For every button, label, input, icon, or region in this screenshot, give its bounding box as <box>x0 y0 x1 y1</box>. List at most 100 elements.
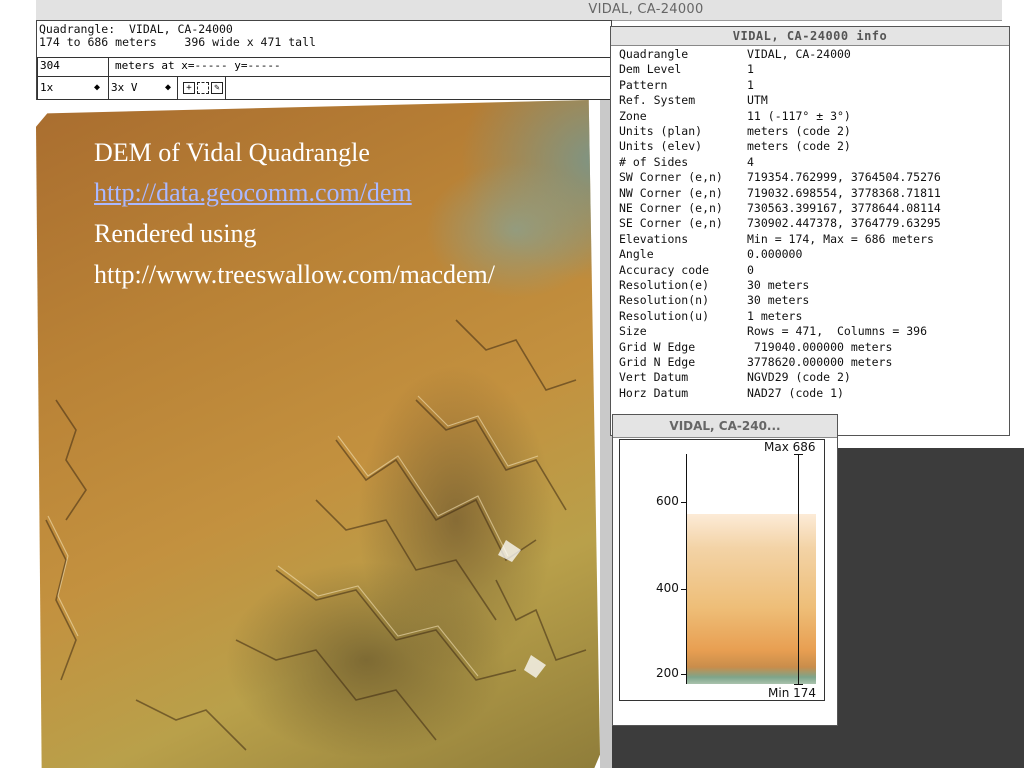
vertical-exaggeration-select[interactable]: 3x V ◆ <box>108 76 178 100</box>
info-row-value: 730563.399167, 3778644.08114 <box>747 201 941 215</box>
info-row-value: NGVD29 (code 2) <box>747 370 851 385</box>
marquee-tool-icon[interactable] <box>197 82 209 94</box>
info-row: Quadrangle VIDAL, CA-24000 <box>619 47 851 62</box>
info-row: Vert Datum NGVD29 (code 2) <box>619 370 851 385</box>
info-row-key: Zone <box>619 108 647 123</box>
dem-terrain-image[interactable]: DEM of Vidal Quadrangle http://data.geoc… <box>36 100 600 768</box>
overlay-rendered-using: Rendered using <box>94 219 257 248</box>
pencil-tool-icon[interactable]: ✎ <box>211 82 223 94</box>
info-row: Accuracy code 0 <box>619 263 754 278</box>
vertical-exaggeration-value: 3x V <box>111 81 138 94</box>
info-row-value: meters (code 2) <box>747 124 851 138</box>
info-row: Dem Level 1 <box>619 62 754 77</box>
info-row-value: 3778620.000000 meters <box>747 355 893 369</box>
legend-axis-line <box>686 454 687 684</box>
info-row-key: Units (elev) <box>619 139 703 154</box>
range-line-min-cap <box>794 684 803 685</box>
info-row-value: Rows = 471, Columns = 396 <box>747 324 928 339</box>
info-row-value: 1 meters <box>747 308 803 323</box>
info-row-key: Resolution(u) <box>619 308 710 323</box>
legend-tick-600: 600 <box>656 494 679 508</box>
legend-window-title[interactable]: VIDAL, CA-240... <box>613 415 837 438</box>
info-row-key: Grid W Edge <box>619 339 696 354</box>
info-row: Grid N Edge 3778620.000000 meters <box>619 355 892 370</box>
range-line: 174 to 686 meters 396 wide x 471 tall <box>39 35 316 49</box>
info-row-value: 30 meters <box>747 293 810 308</box>
info-row: Resolution(u) 1 meters <box>619 309 802 324</box>
info-row-key: NW Corner (e,n) <box>619 185 723 200</box>
overlay-title: DEM of Vidal Quadrangle <box>94 138 370 167</box>
info-row-value: 1 <box>747 77 754 92</box>
info-row-key: Horz Datum <box>619 385 689 400</box>
info-window-title[interactable]: VIDAL, CA-24000 info <box>611 27 1009 46</box>
info-row-value: UTM <box>747 93 768 108</box>
range-line-vertical <box>798 454 799 684</box>
elevation-color-bar <box>686 514 816 684</box>
info-row-value: NAD27 (code 1) <box>747 385 844 400</box>
info-row: Units (plan) meters (code 2) <box>619 124 851 139</box>
info-row: Ref. System UTM <box>619 93 768 108</box>
info-row-key: Resolution(n) <box>619 293 710 308</box>
info-row: Units (elev) meters (code 2) <box>619 139 851 154</box>
legend-max-label: Max 686 <box>764 440 816 454</box>
main-window-titlebar[interactable]: VIDAL, CA-24000 <box>36 0 1002 21</box>
info-row: Size Rows = 471, Columns = 396 <box>619 324 927 339</box>
dem-info-panel: Quadrangle: VIDAL, CA-24000 174 to 686 m… <box>36 20 612 100</box>
zoom-stepper-icon[interactable]: ◆ <box>94 77 100 99</box>
info-row-key: Units (plan) <box>619 124 703 138</box>
info-row-key: Elevations <box>619 231 689 246</box>
info-row-key: Resolution(e) <box>619 278 710 292</box>
info-row: SE Corner (e,n) 730902.447378, 3764779.63… <box>619 216 941 231</box>
info-row: Pattern 1 <box>619 78 754 93</box>
crosshair-tool-icon[interactable]: + <box>183 82 195 94</box>
info-row-key: Size <box>619 324 647 339</box>
info-row-key: SW Corner (e,n) <box>619 170 723 185</box>
info-row-value: 4 <box>747 154 754 169</box>
info-row: Elevations Min = 174, Max = 686 meters <box>619 232 934 247</box>
info-row: Zone 11 (-117° ± 3°) <box>619 109 851 124</box>
overlay-renderer-url: http://www.treeswallow.com/macdem/ <box>94 260 495 289</box>
legend-min-label: Min 174 <box>768 686 817 700</box>
info-row-value: meters (code 2) <box>747 139 851 154</box>
overlay-source-link[interactable]: http://data.geocomm.com/dem <box>94 178 412 208</box>
info-row-value: 730902.447378, 3764779.63295 <box>747 216 941 231</box>
elevation-legend-window[interactable]: VIDAL, CA-240... Max 686 Min 174 600 400… <box>612 414 838 726</box>
info-row-value: 0 <box>747 262 754 277</box>
info-row: NE Corner (e,n) 730563.399167, 3778644.08… <box>619 201 941 216</box>
info-row-value: 11 (-117° ± 3°) <box>747 108 851 123</box>
info-row-key: NE Corner (e,n) <box>619 201 723 215</box>
info-row-key: Ref. System <box>619 93 696 108</box>
info-row-key: Dem Level <box>619 62 682 77</box>
info-row: SW Corner (e,n) 719354.762999, 3764504.75… <box>619 170 941 185</box>
legend-plot-area: Max 686 Min 174 600 400 200 <box>619 439 825 701</box>
zoom-select[interactable]: 1x ◆ <box>37 76 109 100</box>
vexag-stepper-icon[interactable]: ◆ <box>165 77 171 99</box>
cursor-position-label: meters at x=----- y=----- <box>108 57 612 77</box>
legend-tick-mark-400 <box>681 589 686 590</box>
legend-tick-400: 400 <box>656 581 679 595</box>
info-row-value: 30 meters <box>747 278 810 292</box>
zoom-select-value: 1x <box>40 81 54 94</box>
legend-tick-200: 200 <box>656 666 679 680</box>
info-row: Grid W Edge 719040.000000 meters <box>619 340 892 355</box>
info-row-value: 719040.000000 meters <box>747 339 893 354</box>
info-row: NW Corner (e,n) 719032.698554, 3778368.71… <box>619 186 941 201</box>
info-row-key: Quadrangle <box>619 47 689 61</box>
info-row: Resolution(e) 30 meters <box>619 278 809 293</box>
info-row: Angle 0.000000 <box>619 247 802 262</box>
legend-tick-mark-600 <box>681 502 686 503</box>
info-row-value: 719032.698554, 3778368.71811 <box>747 185 941 200</box>
elevation-value-field[interactable]: 304 <box>37 57 109 77</box>
info-row: Horz Datum NAD27 (code 1) <box>619 386 844 401</box>
legend-tick-mark-200 <box>681 674 686 675</box>
info-row-value: 1 <box>747 62 754 77</box>
info-row-value: 0.000000 <box>747 247 803 262</box>
info-row-key: SE Corner (e,n) <box>619 216 723 231</box>
info-row-key: Grid N Edge <box>619 355 696 369</box>
info-row-value: VIDAL, CA-24000 <box>747 47 851 61</box>
dem-info-window[interactable]: VIDAL, CA-24000 info Quadrangle VIDAL, CA… <box>610 26 1010 436</box>
info-row-value: Min = 174, Max = 686 meters <box>747 231 934 246</box>
info-row-key: Accuracy code <box>619 262 710 277</box>
info-row-key: Angle <box>619 247 654 262</box>
range-line-max-cap <box>794 454 803 455</box>
